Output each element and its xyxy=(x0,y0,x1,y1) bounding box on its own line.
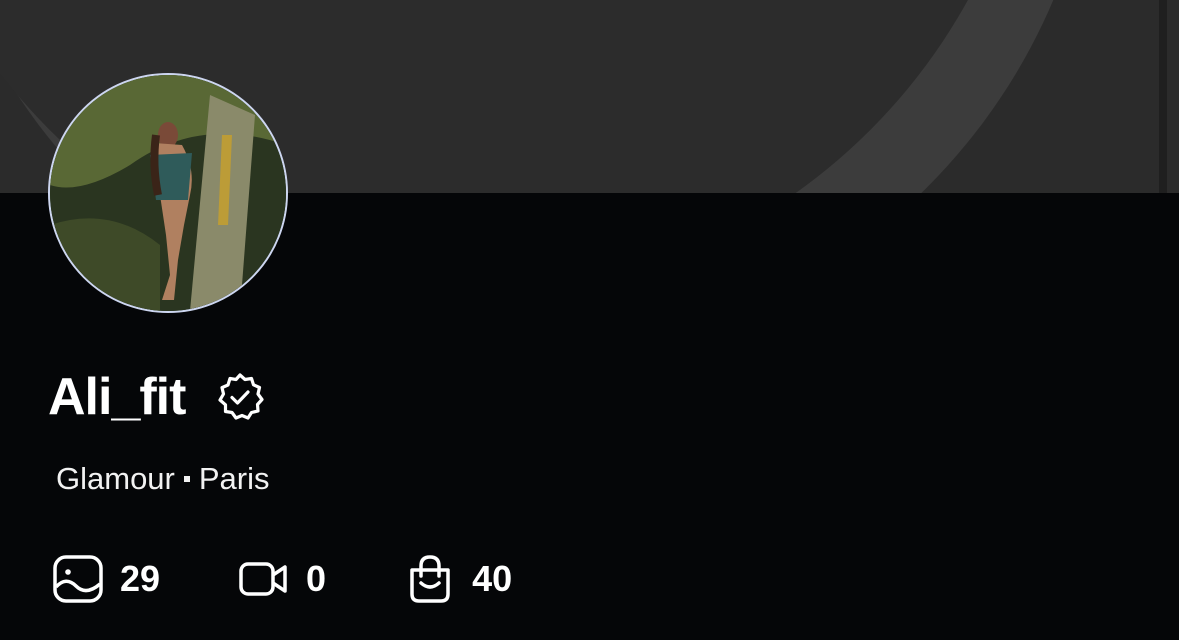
stat-photos[interactable]: 29 xyxy=(52,554,160,604)
profile-name: Ali_fit xyxy=(48,368,186,426)
verified-badge-icon xyxy=(215,372,265,422)
banner-scrollbar xyxy=(1159,0,1167,193)
avatar-photo xyxy=(50,75,286,311)
stat-videos[interactable]: 0 xyxy=(238,554,326,604)
profile-stats: 29 0 40 xyxy=(52,554,590,604)
profile-avatar[interactable] xyxy=(48,73,288,313)
videos-count: 0 xyxy=(306,558,327,599)
stat-products[interactable]: 40 xyxy=(404,554,512,604)
shopping-bag-icon xyxy=(404,554,456,604)
video-camera-icon xyxy=(238,554,290,604)
tagline-separator xyxy=(183,476,190,482)
profile-location: Paris xyxy=(198,461,270,496)
products-count: 40 xyxy=(472,558,513,599)
profile-tagline: Glamour Paris xyxy=(56,459,270,499)
photo-icon xyxy=(52,554,104,604)
profile-category: Glamour xyxy=(56,461,175,496)
profile-name-row: Ali_fit xyxy=(48,366,265,428)
photos-count: 29 xyxy=(120,558,161,599)
